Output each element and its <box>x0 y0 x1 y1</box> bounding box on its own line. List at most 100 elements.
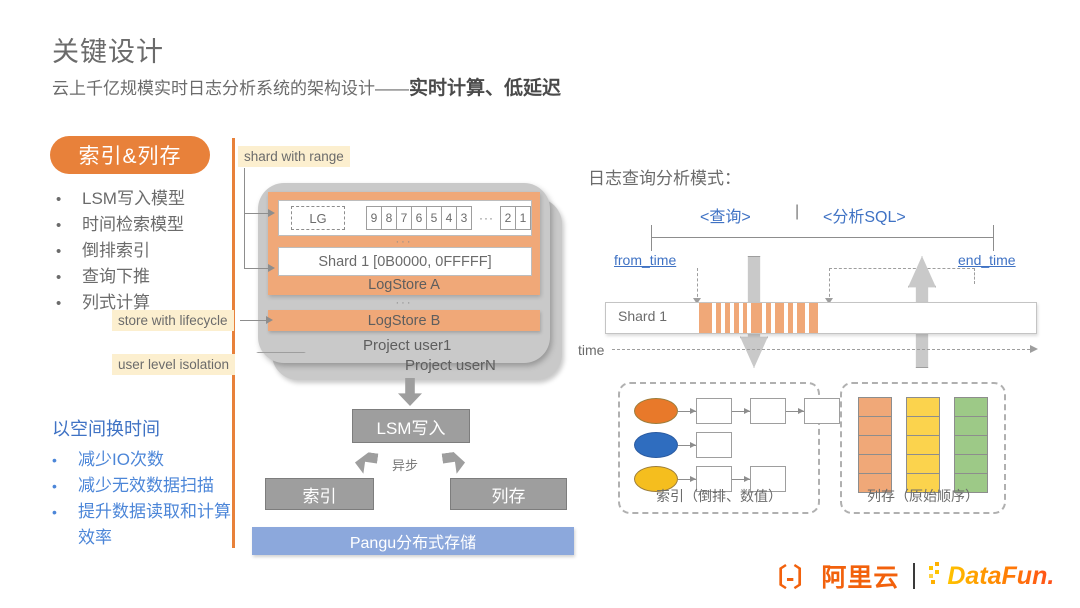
query-mode-title: 日志查询分析模式： <box>588 169 741 188</box>
bullet-icon: • <box>56 295 62 312</box>
shard-cell: 8 <box>381 206 397 230</box>
bullet-icon: • <box>56 217 62 234</box>
log-group-row: LG 9 8 7 6 5 4 3 ··· 2 1 <box>278 200 532 236</box>
feature-label: 查询下推 <box>82 267 150 286</box>
callout-user-level-isolation: user level isolation <box>112 354 236 375</box>
column-store-box: 列存 <box>450 478 567 510</box>
list-item: • 提升数据读取和计算效率 <box>52 499 242 551</box>
query-range-label: <查询> <box>700 209 751 226</box>
from-time-label[interactable]: from_time <box>614 252 676 268</box>
aliyun-logo-text: 阿里云 <box>821 564 900 592</box>
shard-stripe <box>725 303 730 333</box>
column-cell <box>906 416 940 436</box>
arrow-right-icon <box>678 441 696 448</box>
datafun-logo-text: DataFun. <box>947 561 1055 590</box>
column-cell <box>954 416 988 436</box>
index-panel-caption: 索引（倒排、数值） <box>656 488 782 504</box>
shard-cells-head: 9 8 7 6 5 4 3 <box>366 206 472 230</box>
connector-line <box>244 213 245 268</box>
posting-box <box>696 398 732 424</box>
list-item: • 减少IO次数 <box>52 447 242 473</box>
shard-stripe-group <box>699 303 834 333</box>
shard-stripe <box>734 303 739 333</box>
shard-timeline-label: Shard 1 <box>618 308 668 324</box>
subtitle: 云上千亿规模实时日志分析系统的架构设计——实时计算、低延迟 <box>52 73 561 100</box>
index-box: 索引 <box>265 478 374 510</box>
log-group-box: LG <box>291 206 345 230</box>
section-badge: 索引&列存 <box>50 136 210 174</box>
dashed-guide-line <box>829 268 830 302</box>
shard-stripe <box>775 303 784 333</box>
feature-list: • LSM写入模型 • 时间检索模型 • 倒排索引 • 查询下推 • 列式计算 <box>56 186 241 316</box>
shard-stripe <box>699 303 712 333</box>
footer-logos: 〔-〕 阿里云 DataFun. <box>762 558 1054 594</box>
arrow-right-icon <box>732 475 750 482</box>
bullet-icon: • <box>52 504 57 520</box>
column-cell <box>858 454 892 474</box>
index-row <box>634 398 840 424</box>
shard-stripe <box>809 303 818 333</box>
project-usern-label: Project userN <box>405 357 496 374</box>
lsm-write-box: LSM写入 <box>352 409 470 443</box>
shard-stripe <box>788 303 793 333</box>
logstore-a-label: LogStore A <box>368 277 440 293</box>
shard-stripe <box>751 303 762 333</box>
shard-cell: 1 <box>515 206 531 230</box>
list-item: • 倒排索引 <box>56 238 241 264</box>
arrow-right-icon <box>732 407 750 414</box>
end-time-label[interactable]: end_time <box>958 252 1016 268</box>
range-bracket-right <box>993 225 994 251</box>
shard-timeline-bar: Shard 1 <box>605 302 1037 334</box>
column-store-panel: 列存（原始顺序） <box>840 382 1006 514</box>
logstore-b-panel: LogStore B <box>268 310 540 331</box>
column-panel-caption: 列存（原始顺序） <box>867 488 979 504</box>
ellipsis-icon: ··· <box>479 211 494 225</box>
column-cell <box>954 435 988 455</box>
slide-root: 关键设计 云上千亿规模实时日志分析系统的架构设计——实时计算、低延迟 索引&列存… <box>0 0 1080 608</box>
column-cell <box>954 454 988 474</box>
analysis-sql-label: <分析SQL> <box>823 209 906 226</box>
arrow-head-icon <box>268 209 275 217</box>
column-cell <box>906 397 940 417</box>
column-cell <box>858 435 892 455</box>
arrow-down-icon <box>398 378 422 406</box>
posting-box <box>750 398 786 424</box>
list-item: • 减少无效数据扫描 <box>52 473 242 499</box>
datafun-dots-icon <box>929 561 945 584</box>
bullet-icon: • <box>56 269 62 286</box>
column-stack <box>906 397 940 493</box>
column-cell <box>858 397 892 417</box>
arrow-right-icon <box>678 475 696 482</box>
column-cell <box>906 435 940 455</box>
arrow-right-icon <box>678 407 696 414</box>
shard-stripe <box>743 303 747 333</box>
column-cell <box>954 397 988 417</box>
aliyun-logo: 〔-〕 阿里云 <box>762 558 899 594</box>
connector-line <box>244 168 245 213</box>
shard-cell: 6 <box>411 206 427 230</box>
shard-cell: 9 <box>366 206 382 230</box>
dashed-guide-line <box>829 268 975 269</box>
shard-range-row: Shard 1 [0B0000, 0FFFFF] <box>278 247 532 276</box>
shard-cells-tail: 2 1 <box>500 206 531 230</box>
arrow-head-icon <box>268 264 275 272</box>
shard-stripe <box>797 303 805 333</box>
feature-label: 时间检索模型 <box>82 215 184 234</box>
index-structure-panel: 索引（倒排、数值） <box>618 382 840 514</box>
shard-cell: 2 <box>500 206 516 230</box>
callout-shard-with-range: shard with range <box>238 146 350 167</box>
time-axis-line <box>612 349 1030 350</box>
dashed-guide-line <box>697 268 698 302</box>
index-row <box>634 432 732 458</box>
callout-store-with-lifecycle: store with lifecycle <box>112 310 234 331</box>
posting-box <box>804 398 840 424</box>
bullet-icon: • <box>52 478 57 494</box>
logstore-a-panel: LG 9 8 7 6 5 4 3 ··· 2 1 ··· Shard 1 [0B… <box>268 192 540 295</box>
subtitle-emphasis: 实时计算、低延迟 <box>409 78 562 99</box>
index-key-ellipse <box>634 398 678 424</box>
bullet-icon: • <box>52 452 57 468</box>
feature-label: LSM写入模型 <box>82 189 185 208</box>
tradeoff-label: 提升数据读取和计算效率 <box>78 502 231 547</box>
bullet-icon: • <box>56 191 62 208</box>
range-separator: | <box>795 203 800 220</box>
